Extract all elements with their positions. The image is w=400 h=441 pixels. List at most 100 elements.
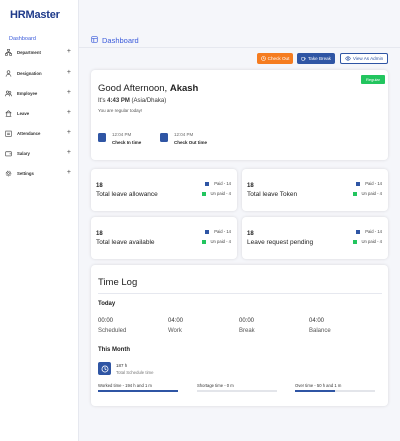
check-in-time: 12:04 PM xyxy=(112,132,132,137)
leave-card-token: 18 Total leave Token Paid - 14 Un paid -… xyxy=(242,169,388,211)
sidebar-item-employee[interactable]: Employee + xyxy=(5,88,75,98)
greeting: Good Afternoon, Akash xyxy=(98,83,199,94)
today-work: 04:00 Work xyxy=(168,318,184,334)
view-as-admin-button[interactable]: View As Admin xyxy=(340,53,388,64)
paid-legend: Paid - 14 xyxy=(356,229,382,234)
expand-plus-icon[interactable]: + xyxy=(67,168,71,178)
current-time: It's 4:43 PM (Asia/Dhaka) xyxy=(98,98,167,104)
unpaid-legend: Un paid - 4 xyxy=(201,239,231,244)
sidebar-item-salary[interactable]: Salary + xyxy=(5,148,75,158)
clock-icon xyxy=(98,362,111,375)
header-divider xyxy=(79,47,400,48)
paid-legend: Paid - 14 xyxy=(205,229,231,234)
schedule-value: 187 h xyxy=(116,363,128,368)
expand-plus-icon[interactable]: + xyxy=(67,68,71,78)
check-out-label: Check Out time xyxy=(174,140,208,145)
schedule-label: Total Schedule time xyxy=(116,370,154,375)
wallet-icon xyxy=(5,150,12,157)
leave-count: 18 xyxy=(96,183,103,189)
unpaid-swatch xyxy=(201,239,206,244)
paid-swatch xyxy=(205,181,210,186)
sidebar-item-label: Department xyxy=(17,49,41,55)
leave-title: Leave request pending xyxy=(247,239,314,246)
coffee-icon xyxy=(301,57,306,61)
check-in-label: Check In time xyxy=(112,140,142,145)
paid-legend: Paid - 14 xyxy=(205,181,231,186)
leave-count: 18 xyxy=(96,231,103,237)
leave-count: 18 xyxy=(247,231,254,237)
sidebar-item-label: Salary xyxy=(17,150,30,156)
expand-plus-icon[interactable]: + xyxy=(67,47,71,57)
view-as-admin-label: View As Admin xyxy=(352,56,384,61)
sidebar-item-attendance[interactable]: Attendance + xyxy=(5,128,75,138)
gear-icon xyxy=(5,170,12,177)
leave-icon xyxy=(5,109,12,117)
check-out-icon xyxy=(160,133,168,142)
today-break: 00:00 Break xyxy=(239,318,255,334)
month-heading: This Month xyxy=(98,347,130,353)
today-heading: Today xyxy=(98,301,116,307)
page-title-text: Dashboard xyxy=(102,36,139,45)
unpaid-legend: Un paid - 4 xyxy=(352,191,382,196)
unpaid-swatch xyxy=(201,191,206,196)
today-scheduled: 00:00 Scheduled xyxy=(98,318,127,334)
paid-swatch xyxy=(205,229,210,234)
status-badge: Regular xyxy=(360,75,385,84)
take-break-button[interactable]: Take Break xyxy=(297,53,335,64)
sidebar: HRMaster Dashboard Department + Designat… xyxy=(0,0,79,441)
leave-card-allowance: 18 Total leave allowance Paid - 14 Un pa… xyxy=(91,169,237,211)
welcome-card: Regular Good Afternoon, Akash It's 4:43 … xyxy=(91,70,388,160)
sidebar-item-dashboard[interactable]: Dashboard xyxy=(9,36,36,42)
divider xyxy=(98,293,382,294)
leave-title: Total leave Token xyxy=(247,191,298,198)
time-log-title: Time Log xyxy=(98,277,138,288)
expand-plus-icon[interactable]: + xyxy=(67,88,71,98)
unpaid-legend: Un paid - 4 xyxy=(352,239,382,244)
leave-card-pending: 18 Leave request pending Paid - 14 Un pa… xyxy=(242,217,388,259)
worked-progress xyxy=(98,390,178,392)
overtime-progress-fill xyxy=(295,390,335,392)
shortage-progress xyxy=(197,390,277,392)
users-icon xyxy=(5,90,12,97)
expand-plus-icon[interactable]: + xyxy=(67,108,71,118)
sidebar-item-label: Employee xyxy=(17,90,38,96)
shortage-label: Shortage time - 0 m xyxy=(197,383,234,388)
leave-title: Total leave allowance xyxy=(96,191,158,198)
overtime-progress xyxy=(295,390,375,392)
status-text: You are regular today! xyxy=(98,108,143,113)
sidebar-item-department[interactable]: Department + xyxy=(5,47,75,57)
leave-title: Total leave available xyxy=(96,239,155,246)
unpaid-legend: Un paid - 4 xyxy=(201,191,231,196)
check-out-button[interactable]: Check Out xyxy=(257,53,293,64)
sidebar-item-label: Settings xyxy=(17,170,34,176)
unpaid-swatch xyxy=(352,191,357,196)
check-in-icon xyxy=(98,133,106,142)
clock-out-icon xyxy=(260,56,266,61)
sidebar-item-designation[interactable]: Designation + xyxy=(5,68,75,78)
app-logo[interactable]: HRMaster xyxy=(10,9,60,21)
user-name: Akash xyxy=(169,83,199,94)
paid-swatch xyxy=(356,229,361,234)
expand-plus-icon[interactable]: + xyxy=(67,148,71,158)
worked-progress-fill xyxy=(98,390,178,392)
sidebar-item-label: Designation xyxy=(17,70,42,76)
sidebar-item-label: Leave xyxy=(17,110,30,116)
worked-label: Worked time - 194 h and 1 m xyxy=(98,383,152,388)
attendance-icon xyxy=(5,130,12,137)
paid-legend: Paid - 14 xyxy=(356,181,382,186)
dashboard-icon xyxy=(91,36,98,45)
today-balance: 04:00 Balance xyxy=(309,318,331,334)
leave-count: 18 xyxy=(247,183,254,189)
overtime-label: Over time - 50 h and 1 m xyxy=(295,383,342,388)
sidebar-item-settings[interactable]: Settings + xyxy=(5,168,75,178)
sidebar-item-label: Attendance xyxy=(17,130,41,136)
expand-plus-icon[interactable]: + xyxy=(67,128,71,138)
designation-icon xyxy=(5,69,12,77)
take-break-label: Take Break xyxy=(308,56,331,61)
leave-card-available: 18 Total leave available Paid - 14 Un pa… xyxy=(91,217,237,259)
unpaid-swatch xyxy=(352,239,357,244)
check-out-label: Check Out xyxy=(267,56,290,61)
eye-icon xyxy=(345,56,351,61)
paid-swatch xyxy=(356,181,361,186)
sidebar-item-leave[interactable]: Leave + xyxy=(5,108,75,118)
